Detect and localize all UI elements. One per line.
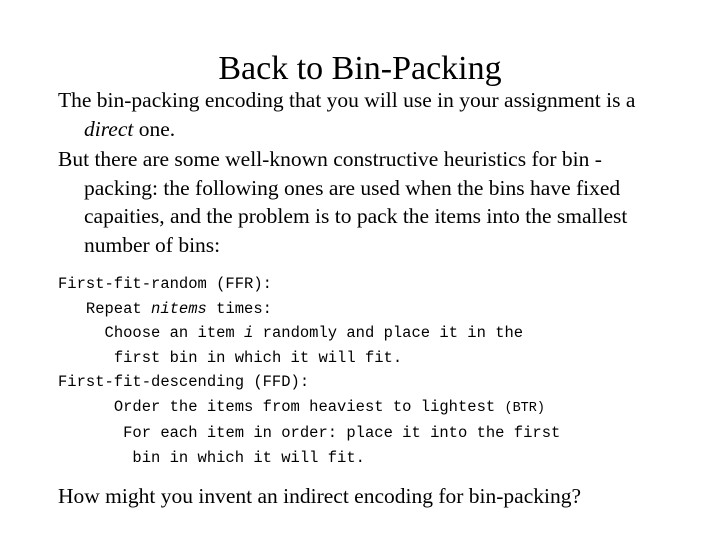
ffr-first-bin: first bin in which it will fit. (58, 346, 678, 371)
ffr-first-bin-indent (58, 349, 114, 367)
ffd-order: Order the items from heaviest to lightes… (58, 395, 678, 422)
ffd-order-annotation: (BTR) (504, 400, 545, 416)
ffd-order-indent (58, 398, 114, 416)
para-direct-encoding: The bin-packing encoding that you will u… (58, 86, 666, 143)
ffd-foreach-indent (58, 424, 123, 442)
body-text-block: The bin-packing encoding that you will u… (58, 86, 666, 261)
ffr-repeat-text-suffix: times: (206, 299, 272, 318)
pseudocode-block: First-fit-random (FFR): Repeat nitems ti… (58, 272, 678, 470)
closing-question: How might you invent an indirect encodin… (58, 484, 582, 508)
ffd-heading: First-fit-descending (FFD): (58, 370, 678, 395)
ffr-choose-text-suffix: randomly and place it in the (253, 324, 524, 342)
para-heuristics-text: But there are some well-known constructi… (58, 147, 628, 257)
ffr-repeat-emphasis: nitems (151, 299, 207, 318)
para-direct-encoding-text-suffix: one. (133, 116, 176, 141)
ffr-heading: First-fit-random (FFR): (58, 272, 678, 297)
para-direct-encoding-emphasis: direct (84, 116, 134, 141)
ffr-heading-text: First-fit-random (FFR): (58, 275, 272, 293)
ffd-bin-indent (58, 449, 132, 467)
ffr-choose: Choose an item i randomly and place it i… (58, 321, 678, 346)
ffd-bin: bin in which it will fit. (58, 446, 678, 471)
page-title: Back to Bin-Packing (218, 49, 502, 87)
ffr-repeat-text: Repeat (85, 299, 152, 318)
ffd-foreach-text: For each item in order: place it into th… (123, 424, 561, 442)
ffr-choose-indent (58, 324, 105, 342)
ffd-bin-text: bin in which it will fit. (132, 448, 365, 467)
ffd-order-text: Order the items from heaviest to lightes… (113, 397, 505, 416)
para-direct-encoding-text: The bin-packing encoding that you will u… (58, 88, 636, 112)
ffr-repeat: Repeat nitems times: (58, 297, 678, 322)
ffr-choose-text: Choose an item (104, 324, 245, 342)
slide-canvas: Back to Bin-Packing The bin-packing enco… (0, 0, 720, 540)
para-heuristics: But there are some well-known constructi… (58, 145, 666, 259)
ffr-choose-emphasis: i (244, 324, 254, 342)
ffd-foreach: For each item in order: place it into th… (58, 421, 678, 446)
ffr-repeat-indent (58, 300, 86, 318)
ffr-first-bin-text: first bin in which it will fit. (113, 348, 403, 367)
ffd-heading-text: First-fit-descending (FFD): (58, 373, 310, 391)
